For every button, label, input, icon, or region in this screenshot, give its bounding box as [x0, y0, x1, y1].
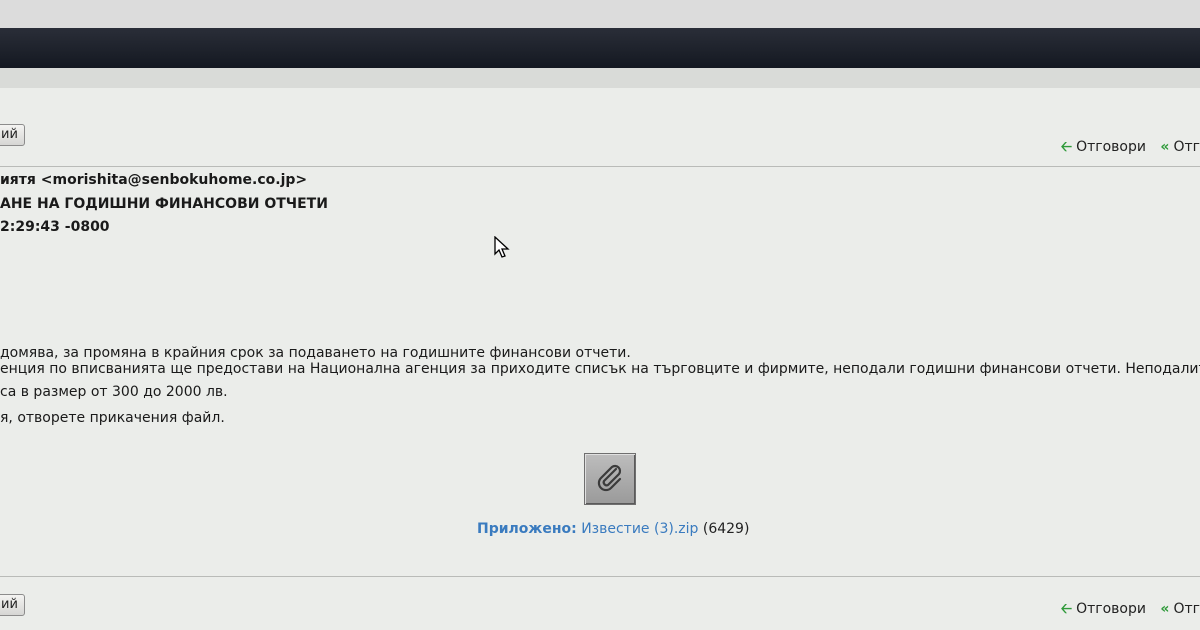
reply-icon: 🡠: [1060, 139, 1073, 155]
toolbar-button[interactable]: ий: [0, 124, 25, 146]
toolbar-button-bottom[interactable]: ий: [0, 594, 25, 616]
reply-all-link-bottom[interactable]: «Отг: [1160, 601, 1200, 617]
divider: [0, 166, 1200, 167]
message-date: 2:29:43 -0800: [0, 219, 110, 235]
reply-link-bottom[interactable]: 🡠 Отговори: [1061, 598, 1146, 622]
attachment-info: Приложено: Известие (3).zip (6429): [477, 521, 749, 537]
reply-all-link[interactable]: «Отг: [1160, 139, 1200, 155]
attachment-filename-link[interactable]: Известие (3).zip: [581, 521, 698, 537]
reply-all-icon: «: [1160, 601, 1170, 617]
message-subject: АНЕ НА ГОДИШНИ ФИНАНСОВИ ОТЧЕТИ: [0, 196, 328, 212]
mouse-cursor-icon: [494, 235, 510, 264]
message-from: иятя <morishita@senbokuhome.co.jp>: [0, 172, 308, 188]
reply-all-icon: «: [1160, 139, 1170, 155]
attachment-size: (6429): [702, 521, 750, 537]
reply-label: Отговори: [1076, 139, 1146, 155]
reply-label: Отговори: [1076, 601, 1146, 617]
paperclip-icon: [597, 464, 622, 492]
mail-header-strip: [0, 68, 1200, 88]
browser-top-bar: [0, 0, 1200, 28]
message-actions-top: 🡠 Отговори «Отг: [1051, 136, 1200, 160]
message-body-line: енция по вписванията ще предостави на На…: [0, 361, 1200, 377]
message-body-line: домява, за промяна в крайния срок за под…: [0, 345, 631, 361]
message-body-line: са в размер от 300 до 2000 лв.: [0, 384, 228, 400]
reply-all-label: Отг: [1173, 139, 1200, 155]
attachment-label: Приложено:: [477, 521, 577, 537]
reply-icon: 🡠: [1060, 601, 1073, 617]
message-actions-bottom: 🡠 Отговори «Отг: [1051, 598, 1200, 622]
message-body-line: я, отворете прикачения файл.: [0, 410, 225, 426]
attachment-button[interactable]: [584, 453, 636, 505]
browser-toolbar: [0, 28, 1200, 68]
divider: [0, 576, 1200, 577]
reply-all-label: Отг: [1173, 601, 1200, 617]
reply-link[interactable]: 🡠 Отговори: [1061, 136, 1146, 160]
